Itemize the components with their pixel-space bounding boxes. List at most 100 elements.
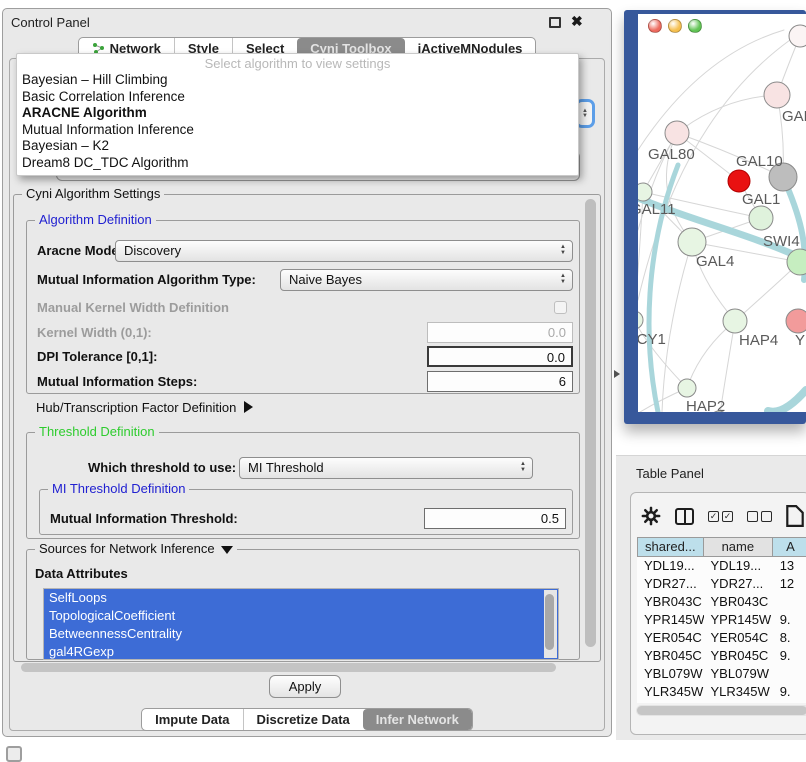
table-cell: 12 bbox=[773, 575, 806, 593]
table-horizontal-scrollbar[interactable] bbox=[637, 706, 806, 715]
network-node-gal80[interactable] bbox=[665, 121, 689, 145]
algorithm-option[interactable]: Bayesian – Hill Climbing bbox=[17, 72, 578, 89]
node-table: shared...nameA YDL19...YDL19...13YDR27..… bbox=[637, 537, 806, 703]
algorithm-option[interactable]: Mutual Information Inference bbox=[17, 122, 578, 139]
tab-infer-network[interactable]: Infer Network bbox=[363, 709, 472, 730]
attribute-item[interactable]: SelfLoops bbox=[44, 589, 558, 607]
network-node-gal7[interactable] bbox=[764, 82, 790, 108]
table-row[interactable]: YDR27...YDR27...12 bbox=[637, 575, 806, 593]
network-graph: GAL7GAL80GAL10GAL11GAL1GAL4SWI4GCY1HAP4Y… bbox=[638, 24, 806, 412]
table-row[interactable]: YBR045CYBR045C9. bbox=[637, 647, 806, 665]
table-cell: 13 bbox=[773, 557, 806, 575]
network-node-gcy1[interactable] bbox=[638, 311, 643, 329]
table-row[interactable]: YER054CYER054C8. bbox=[637, 629, 806, 647]
table-row[interactable]: YBL079WYBL079W bbox=[637, 665, 806, 683]
dpi-tolerance-input[interactable]: 0.0 bbox=[427, 346, 573, 367]
export-table-icon[interactable] bbox=[786, 505, 804, 527]
table-cell: YBR043C bbox=[704, 593, 773, 611]
table-cell: YDR27... bbox=[704, 575, 773, 593]
table-row[interactable]: YLR345WYLR345W9. bbox=[637, 683, 806, 701]
network-node-hap4[interactable] bbox=[723, 309, 747, 333]
table-toolbar: ✓✓ bbox=[641, 503, 804, 529]
mouse-cursor bbox=[614, 370, 620, 378]
table-row[interactable]: YPR145WYPR145W9. bbox=[637, 611, 806, 629]
mi-steps-input[interactable]: 6 bbox=[427, 371, 573, 392]
mi-threshold-group: MI Threshold Definition Mutual Informati… bbox=[39, 489, 573, 535]
table-cell: YDL19... bbox=[704, 557, 773, 575]
cyni-algorithm-settings-group: Cyni Algorithm Settings Algorithm Defini… bbox=[13, 194, 601, 662]
table-cell bbox=[773, 593, 806, 611]
close-icon[interactable]: ✖ bbox=[571, 13, 583, 30]
network-node-gal1[interactable] bbox=[749, 206, 773, 230]
algorithm-definition-title: Algorithm Definition bbox=[35, 212, 156, 227]
tab-impute-data[interactable]: Impute Data bbox=[142, 709, 242, 730]
attributes-scrollbar-track bbox=[544, 590, 557, 658]
kernel-width-input[interactable]: 0.0 bbox=[427, 322, 573, 343]
table-cell: YLR345W bbox=[704, 683, 773, 701]
column-header[interactable]: shared... bbox=[637, 537, 704, 557]
mi-type-select[interactable]: Naive Bayes ▲▼ bbox=[280, 269, 573, 291]
attribute-item[interactable]: gal4RGexp bbox=[44, 643, 558, 660]
attributes-scrollbar[interactable] bbox=[545, 594, 554, 650]
network-node[interactable] bbox=[789, 25, 806, 47]
manual-kernel-checkbox[interactable] bbox=[554, 301, 567, 314]
network-node-hap2[interactable] bbox=[678, 379, 696, 397]
network-node[interactable] bbox=[728, 170, 750, 192]
attribute-item[interactable]: BetweennessCentrality bbox=[44, 625, 558, 643]
network-canvas[interactable]: GAL7GAL80GAL10GAL11GAL1GAL4SWI4GCY1HAP4Y… bbox=[638, 14, 806, 412]
node-label: Y bbox=[795, 332, 805, 349]
node-label: GAL4 bbox=[696, 253, 734, 270]
kernel-width-label: Kernel Width (0,1): bbox=[37, 322, 152, 343]
float-window-icon[interactable] bbox=[549, 17, 561, 28]
sources-toggle[interactable]: Sources for Network Inference bbox=[35, 541, 237, 556]
settings-horizontal-scrollbar[interactable] bbox=[21, 663, 556, 672]
gear-icon[interactable] bbox=[641, 506, 661, 526]
data-attributes-list: SelfLoopsTopologicalCoefficientBetweenne… bbox=[43, 588, 559, 660]
hub-definition-toggle[interactable]: Hub/Transcription Factor Definition bbox=[36, 397, 253, 418]
table-cell: 9. bbox=[773, 647, 806, 665]
column-layout-icon[interactable] bbox=[675, 508, 694, 525]
chevron-down-icon bbox=[221, 546, 233, 554]
network-view-window: GAL7GAL80GAL10GAL11GAL1GAL4SWI4GCY1HAP4Y… bbox=[624, 10, 806, 424]
mi-type-label: Mutual Information Algorithm Type: bbox=[37, 269, 256, 290]
algorithm-option[interactable]: Dream8 DC_TDC Algorithm bbox=[17, 155, 578, 172]
deselect-all-rows-icon[interactable] bbox=[747, 511, 772, 522]
node-label: GAL80 bbox=[648, 146, 695, 163]
collapsed-panel-icon[interactable] bbox=[6, 746, 22, 762]
table-row[interactable]: YBR043CYBR043C bbox=[637, 593, 806, 611]
table-row[interactable]: YDL19...YDL19...13 bbox=[637, 557, 806, 575]
network-node-gal11[interactable] bbox=[638, 183, 652, 201]
aracne-mode-label: Aracne Mode: bbox=[37, 240, 123, 261]
network-edge bbox=[638, 30, 784, 150]
tab-discretize-data[interactable]: Discretize Data bbox=[243, 709, 363, 730]
settings-vertical-scrollbar[interactable] bbox=[585, 199, 596, 647]
attribute-item[interactable]: TopologicalCoefficient bbox=[44, 607, 558, 625]
data-attributes-label: Data Attributes bbox=[35, 563, 128, 584]
table-cell: 9. bbox=[773, 611, 806, 629]
node-label: GAL10 bbox=[736, 153, 783, 170]
network-node-y[interactable] bbox=[786, 309, 806, 333]
which-threshold-select[interactable]: MI Threshold ▲▼ bbox=[239, 457, 533, 479]
node-label: SWI4 bbox=[763, 233, 800, 250]
node-label: HAP4 bbox=[739, 332, 778, 349]
node-label: GAL7 bbox=[782, 108, 806, 125]
network-node-gal4[interactable] bbox=[678, 228, 706, 256]
algorithm-placeholder: Select algorithm to view settings bbox=[17, 54, 578, 72]
algorithm-option[interactable]: Basic Correlation Inference bbox=[17, 89, 578, 106]
apply-button[interactable]: Apply bbox=[269, 675, 341, 698]
which-threshold-label: Which threshold to use: bbox=[88, 457, 236, 478]
algorithm-option[interactable]: Bayesian – K2 bbox=[17, 138, 578, 155]
column-header[interactable]: A bbox=[773, 537, 806, 557]
table-cell: 8. bbox=[773, 629, 806, 647]
manual-kernel-label: Manual Kernel Width Definition bbox=[37, 297, 229, 318]
node-label: GAL1 bbox=[742, 191, 780, 208]
algorithm-option[interactable]: ARACNE Algorithm bbox=[17, 105, 578, 122]
table-cell: 9. bbox=[773, 701, 806, 703]
mi-threshold-input[interactable]: 0.5 bbox=[424, 508, 566, 529]
table-cell: YER054C bbox=[704, 629, 773, 647]
aracne-mode-select[interactable]: Discovery ▲▼ bbox=[115, 240, 573, 262]
select-all-rows-icon[interactable]: ✓✓ bbox=[708, 511, 733, 522]
algorithm-popup: Select algorithm to view settings Bayesi… bbox=[16, 53, 579, 176]
column-header[interactable]: name bbox=[704, 537, 773, 557]
table-row[interactable]: YIL053CYIL053C9. bbox=[637, 701, 806, 703]
